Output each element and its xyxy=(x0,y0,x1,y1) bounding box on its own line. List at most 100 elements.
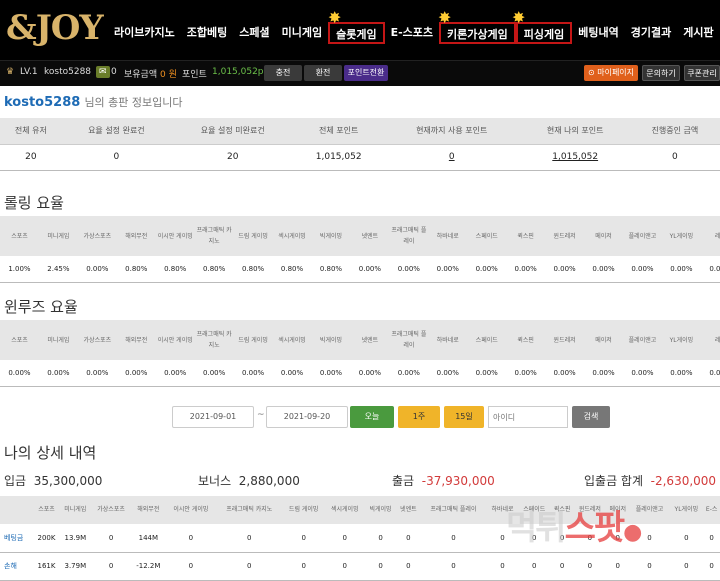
mail-icon[interactable]: ✉ xyxy=(96,66,110,78)
watermark-logo: 먹튀스팟● xyxy=(506,508,642,548)
detail-header: 넷엔트 xyxy=(396,496,421,524)
total-stat: 입출금 합계 -2,630,000 xyxy=(584,474,717,488)
detail-value: 0 xyxy=(605,552,630,581)
rolling-value: 0.00% xyxy=(623,256,662,283)
user-id-input[interactable] xyxy=(488,406,568,428)
today-button[interactable]: 오늘 xyxy=(350,406,394,428)
menu-item[interactable]: E-스포츠 xyxy=(385,22,439,44)
losing-value: 0.00% xyxy=(389,360,429,387)
losing-table: 스포츠 미니게임 가상스포츠 해외무전 이시안 게이밍 프래그매틱 카지노 드림 게이밍 섹시… xyxy=(0,320,720,387)
summary-header: 현재까지 사용 포인트 xyxy=(382,118,521,145)
user-info-bar: ♛ LV.1 kosto5288 ✉ 0 보유금액 0 원 포인트 1,015,… xyxy=(0,60,720,86)
losing-value: 0.00% xyxy=(350,360,390,387)
detail-row-label[interactable]: 베팅금 xyxy=(0,524,34,553)
losing-header: 메이저 xyxy=(584,320,623,360)
losing-header: 빅게이밍 xyxy=(311,320,351,360)
detail-value: 0 xyxy=(282,524,325,553)
losing-value: 0.00% xyxy=(506,360,546,387)
welcome-user: kosto5288 xyxy=(4,95,81,110)
detail-value: 0 xyxy=(574,552,606,581)
main-menu: 라이브카지노 조합베팅 스페셜 미니게임 슬롯게임 E-스포츠 키론가상게임 피싱게임 베팅내역… xyxy=(108,22,720,44)
losing-value: 0.00% xyxy=(428,360,468,387)
fifteen-days-button[interactable]: 15일 xyxy=(444,406,484,428)
deposit-button[interactable]: 충전 xyxy=(264,65,302,81)
coupon-button[interactable]: 쿠폰관리 xyxy=(684,65,720,81)
rolling-header: 넷엔트 xyxy=(350,216,390,256)
losing-value: 0.00% xyxy=(116,360,156,387)
detail-row-label[interactable]: 손해 xyxy=(0,552,34,581)
summary-header: 전체 포인트 xyxy=(294,118,383,145)
detail-value: 0 xyxy=(165,552,217,581)
user-icon: ⊙ xyxy=(587,68,595,77)
rolling-header: 가상스포츠 xyxy=(77,216,117,256)
detail-value: 13.9M xyxy=(59,524,92,553)
date-to-input[interactable]: 2021-09-20 xyxy=(266,406,348,428)
menu-item[interactable]: 조합베팅 xyxy=(181,22,233,44)
rolling-header: 해외무전 xyxy=(116,216,156,256)
point-convert-button[interactable]: 포인트전환 xyxy=(344,65,388,81)
summary-value[interactable]: 0 xyxy=(382,144,521,171)
rolling-header: 프래그매틱 플레이 xyxy=(389,216,429,256)
detail-value: 0 xyxy=(420,524,487,553)
rolling-header: 하바네로 xyxy=(428,216,468,256)
detail-value: 0 xyxy=(486,552,519,581)
menu-item[interactable]: 경기결과 xyxy=(625,22,677,44)
losing-header: 가상스포츠 xyxy=(77,320,117,360)
losing-header: 이시안 게이밍 xyxy=(155,320,195,360)
rolling-value: 1.00% xyxy=(0,256,39,283)
detail-value: 0 xyxy=(703,552,720,581)
detail-value: 0 xyxy=(91,524,131,553)
detail-value: 0 xyxy=(669,524,704,553)
losing-header: YL게이밍 xyxy=(661,320,701,360)
rolling-header: 퀵스핀 xyxy=(506,216,546,256)
menu-item[interactable]: 베팅내역 xyxy=(572,22,624,44)
losing-header: 퀵스핀 xyxy=(506,320,546,360)
bonus-stat: 보너스 2,880,000 xyxy=(198,474,300,488)
losing-header: 레드 xyxy=(700,320,720,360)
menu-item[interactable]: 라이브카지노 xyxy=(108,22,181,44)
menu-item[interactable]: 게시판 xyxy=(677,22,719,44)
summary-value[interactable]: 1,015,052 xyxy=(520,144,630,171)
detail-header: 해외무전 xyxy=(130,496,166,524)
search-button[interactable]: 검색 xyxy=(572,406,610,428)
date-separator: ~ xyxy=(257,410,265,420)
rolling-header: 스페이드 xyxy=(467,216,507,256)
menu-item[interactable]: 스페셜 xyxy=(233,22,275,44)
inquiry-button[interactable]: 문의하기 xyxy=(642,65,680,81)
rolling-header: 플레이앤고 xyxy=(623,216,662,256)
withdraw-button[interactable]: 환전 xyxy=(304,65,342,81)
detail-value: 0 xyxy=(324,524,365,553)
losing-header: 윈드레저 xyxy=(545,320,585,360)
rolling-header: 미니게임 xyxy=(38,216,78,256)
detail-value: 0 xyxy=(669,552,704,581)
detail-header: 섹시게이밍 xyxy=(324,496,365,524)
rolling-header: 이시안 게이밍 xyxy=(155,216,195,256)
detail-value: 0 xyxy=(550,552,575,581)
welcome-suffix: 님의 총판 정보입니다 xyxy=(84,96,183,109)
rolling-value: 0.00% xyxy=(77,256,117,283)
spark-icon: ✸ xyxy=(438,8,452,27)
summary-header: 현재 나의 포인트 xyxy=(520,118,630,145)
detail-header: 프래그매틱 카지노 xyxy=(216,496,283,524)
rolling-value: 0.80% xyxy=(194,256,234,283)
losing-value: 0.00% xyxy=(233,360,273,387)
detail-header: 이시안 게이밍 xyxy=(165,496,217,524)
spark-icon: ✸ xyxy=(512,8,526,27)
top-navbar: &JOY 라이브카지노 조합베팅 스페셜 미니게임 슬롯게임 E-스포츠 키론가상게임 피싱게… xyxy=(0,0,720,60)
rolling-header: 프래그매틱 카지노 xyxy=(194,216,234,256)
detail-value: 144M xyxy=(130,524,166,553)
losing-header: 미니게임 xyxy=(38,320,78,360)
detail-header: 가상스포츠 xyxy=(91,496,131,524)
pin-icon: ● xyxy=(623,520,642,545)
summary-value: 20 xyxy=(171,144,295,171)
losing-value: 0.00% xyxy=(584,360,623,387)
site-logo[interactable]: &JOY xyxy=(6,8,104,48)
summary-value: 1,015,052 xyxy=(294,144,383,171)
menu-item[interactable]: 미니게임 xyxy=(276,22,328,44)
summary-value: 0 xyxy=(61,144,171,171)
rolling-value: 0.00% xyxy=(467,256,507,283)
one-week-button[interactable]: 1주 xyxy=(398,406,440,428)
date-from-input[interactable]: 2021-09-01 xyxy=(172,406,254,428)
point-value: 1,015,052p xyxy=(212,67,264,77)
mypage-button[interactable]: ⊙ 마이페이지 xyxy=(584,65,638,81)
